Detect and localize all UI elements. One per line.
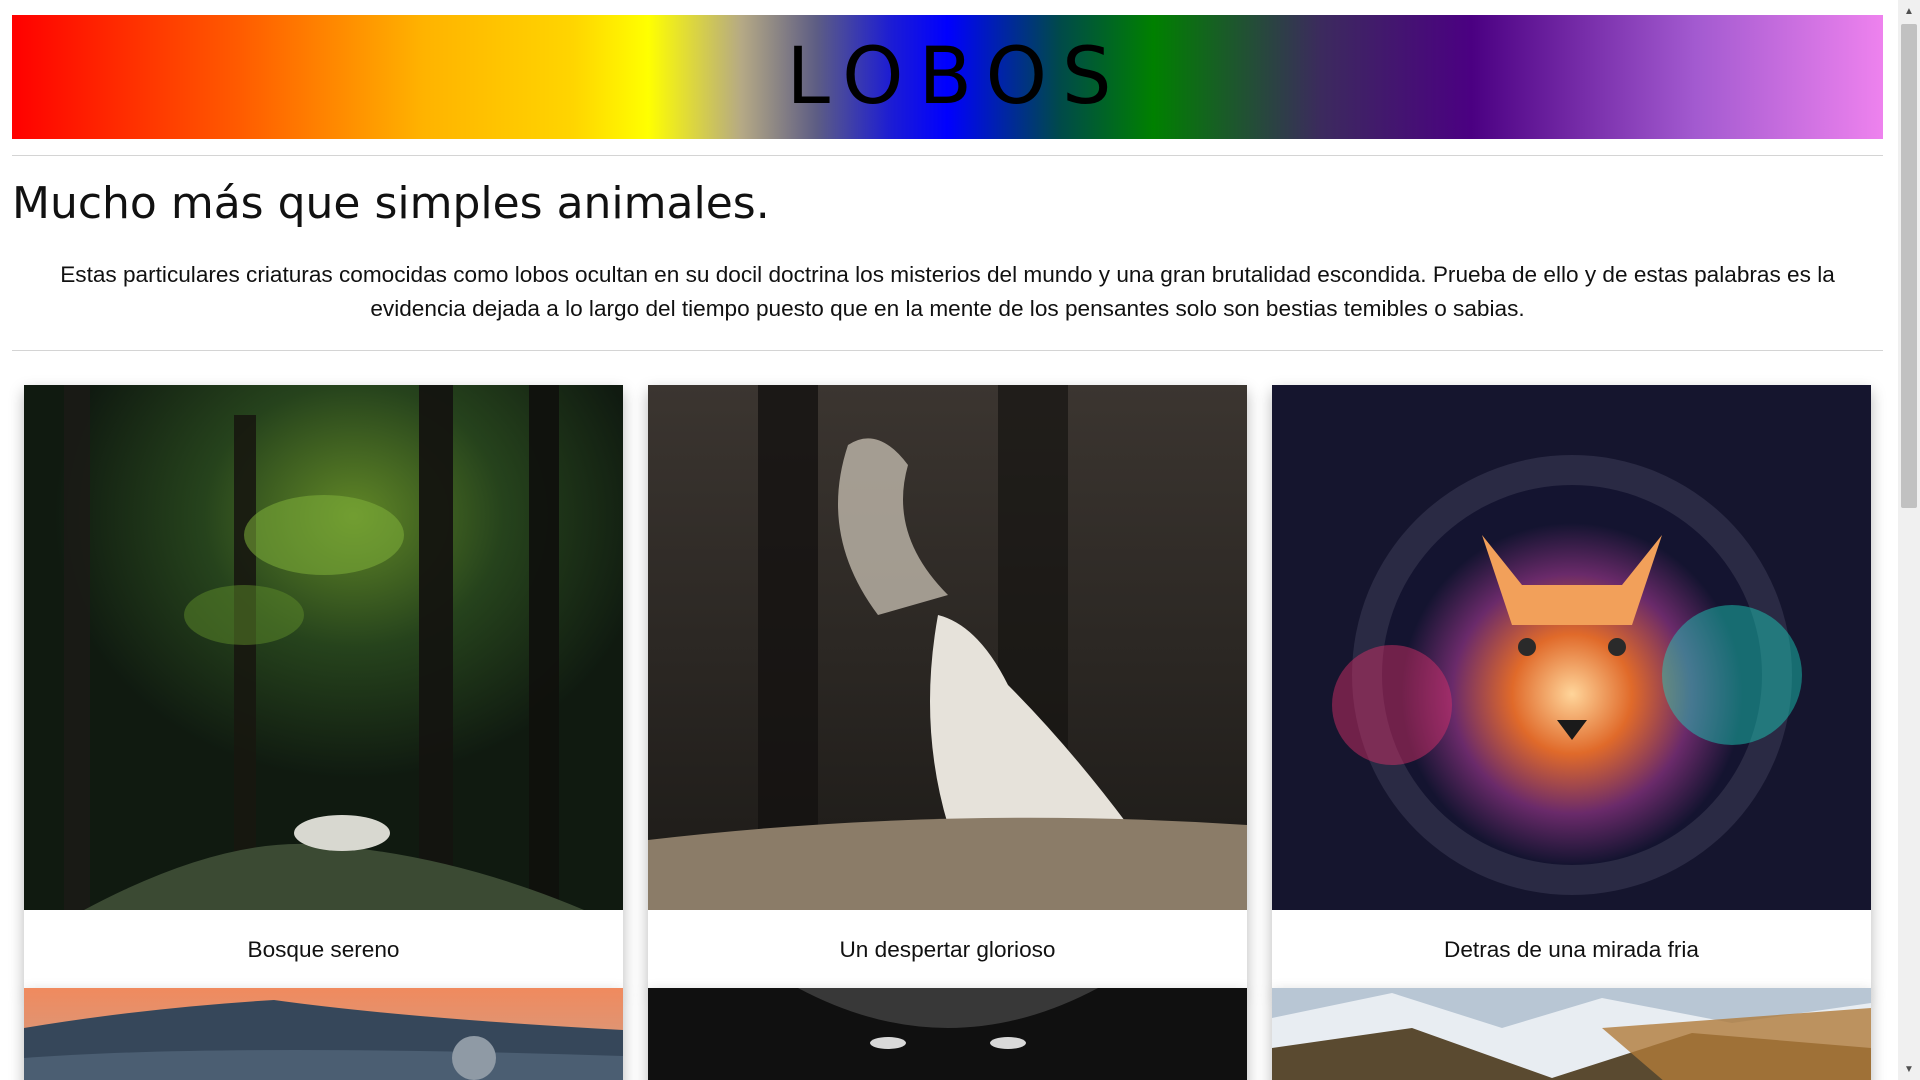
page-headline: Mucho más que simples animales. <box>12 178 770 229</box>
mountain-sunset-image <box>24 988 623 1080</box>
intro-paragraph: Estas particulares criaturas comocidas c… <box>60 262 1835 321</box>
header-banner: LOBOS <box>12 15 1883 139</box>
gallery-caption: Detras de una mirada fria <box>1444 937 1699 962</box>
gallery-card-2[interactable]: Un despertar glorioso <box>648 385 1247 990</box>
divider-bottom <box>12 350 1883 351</box>
cosmic-wolf-portrait-image <box>1272 385 1871 910</box>
triangle-down-icon[interactable]: ▼ <box>1898 1060 1920 1078</box>
gallery-card-5[interactable] <box>648 988 1247 1080</box>
gallery-card-4[interactable] <box>24 988 623 1080</box>
divider-top <box>12 155 1883 156</box>
vertical-scrollbar[interactable]: ▲ ▼ <box>1898 0 1920 1080</box>
gallery-card-6[interactable] <box>1272 988 1871 1080</box>
scrollbar-thumb[interactable] <box>1901 24 1917 508</box>
snowy-mountain-valley-image <box>1272 988 1871 1080</box>
dark-wolf-eyes-image <box>648 988 1247 1080</box>
wolf-sleeping-in-forest-image <box>24 385 623 910</box>
triangle-up-icon[interactable]: ▲ <box>1898 2 1920 20</box>
gallery-caption: Un despertar glorioso <box>839 937 1056 962</box>
white-wolf-howling-image <box>648 385 1247 910</box>
gallery-caption: Bosque sereno <box>247 937 400 962</box>
site-title: LOBOS <box>786 32 1127 122</box>
gallery-card-1[interactable]: Bosque sereno <box>24 385 623 990</box>
gallery-card-3[interactable]: Detras de una mirada fria <box>1272 385 1871 990</box>
page: LOBOS Mucho más que simples animales. Es… <box>0 0 1898 1080</box>
